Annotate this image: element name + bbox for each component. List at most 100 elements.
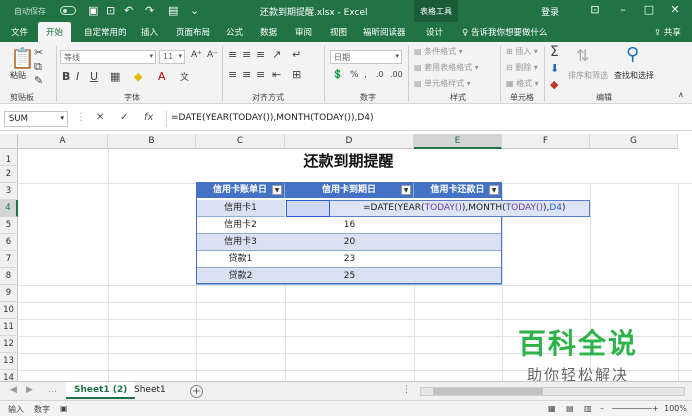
tab-file[interactable]: 文件 (11, 26, 28, 38)
sheet-tab-sheet1-2[interactable]: Sheet1 (2) (66, 382, 136, 399)
sort-filter-icon[interactable]: ⇅ (576, 46, 589, 65)
wrap-text-icon[interactable]: ↵ (292, 48, 301, 61)
insert-function-icon[interactable]: fx (144, 112, 153, 123)
table-cell-due[interactable]: 23 (285, 251, 414, 268)
sheet-tab-sheet1[interactable]: Sheet1 (126, 382, 174, 399)
row-header-7[interactable]: 7 (0, 251, 18, 268)
table-cell-due[interactable]: 20 (285, 234, 414, 251)
autosave-toggle[interactable] (60, 6, 76, 15)
bold-icon[interactable]: B (62, 70, 70, 83)
zoom-level[interactable]: 100% (664, 404, 687, 413)
insert-cells-button[interactable]: ⊞ 插入 ▾ (506, 46, 538, 57)
decrease-decimal-icon[interactable]: .00 (390, 70, 403, 79)
row-header-14[interactable]: 14 (0, 370, 18, 381)
increase-decimal-icon[interactable]: .0 (376, 70, 384, 79)
tab-review[interactable]: 审阅 (295, 26, 312, 38)
paste-icon[interactable]: 📋 (10, 46, 35, 70)
ribbon-display-icon[interactable]: ⊡ (584, 3, 606, 16)
format-painter-icon[interactable]: ✎ (34, 74, 43, 87)
orientation-icon[interactable]: ↗ (272, 48, 281, 61)
copy-icon[interactable]: ⧉ (34, 60, 42, 74)
font-size-select[interactable]: 11 ▾ (159, 50, 185, 64)
row-header-5[interactable]: 5 (0, 217, 18, 234)
redo-icon[interactable]: ↷ (145, 4, 154, 17)
phonetic-icon[interactable]: 文 (180, 70, 189, 83)
login-link[interactable]: 登录 (541, 5, 559, 18)
align-left-icon[interactable]: ≡ (228, 68, 237, 81)
tab-home[interactable]: 开始 (38, 22, 72, 42)
undo-icon[interactable]: ↶ (124, 4, 133, 17)
row-header-13[interactable]: 13 (0, 353, 18, 370)
table-cell-repayment[interactable] (414, 268, 502, 285)
format-cells-button[interactable]: ▦ 格式 ▾ (506, 78, 539, 89)
tell-me-search[interactable]: ♀ 告诉我你想要做什么 (462, 26, 547, 38)
delete-cells-button[interactable]: ⊟ 删除 ▾ (506, 62, 538, 73)
add-sheet-icon[interactable]: + (190, 385, 203, 398)
table-cell-name[interactable]: 贷款1 (196, 251, 285, 268)
filter-dropdown-icon[interactable]: ▼ (489, 185, 499, 195)
row-header-1[interactable]: 1 (0, 149, 18, 166)
shrink-font-icon[interactable]: A⁻ (207, 50, 218, 60)
enter-icon[interactable]: ✓ (120, 112, 128, 123)
cell-edit-box[interactable]: =DATE(YEAR(TODAY()),MONTH(TODAY()),D4) (286, 200, 590, 217)
table-cell-name[interactable]: 信用卡1 (196, 200, 285, 217)
tab-view[interactable]: 视图 (330, 26, 347, 38)
grow-font-icon[interactable]: A⁺ (191, 50, 202, 60)
merge-center-icon[interactable]: ⊞ (292, 68, 301, 81)
table-header-repayment-date[interactable]: 信用卡还款日 ▼ (414, 182, 502, 198)
table-format-button[interactable]: ▤ 套用表格格式 ▾ (414, 62, 479, 73)
accounting-format-icon[interactable]: 💲 (332, 70, 343, 80)
fill-icon[interactable]: ⬇ (550, 62, 559, 75)
row-header-11[interactable]: 11 (0, 319, 18, 336)
align-right-icon[interactable]: ≡ (256, 68, 265, 81)
close-icon[interactable]: ✕ (664, 3, 686, 16)
row-header-3[interactable]: 3 (0, 183, 18, 200)
comma-style-icon[interactable]: , (364, 70, 367, 80)
underline-icon[interactable]: U (90, 70, 98, 83)
more-sheets-icon[interactable]: … (48, 385, 57, 395)
minimize-icon[interactable]: – (612, 3, 634, 16)
touch-mode-icon[interactable]: ⊡ (106, 4, 115, 17)
column-header-d[interactable]: D (285, 134, 414, 149)
cancel-icon[interactable]: ✕ (96, 112, 104, 123)
align-top-icon[interactable]: ≡ (228, 48, 237, 61)
row-header-6[interactable]: 6 (0, 234, 18, 251)
formula-input[interactable]: =DATE(YEAR(TODAY()),MONTH(TODAY()),D4) (166, 111, 688, 127)
filter-dropdown-icon[interactable]: ▼ (272, 185, 282, 195)
table-cell-name[interactable]: 信用卡3 (196, 234, 285, 251)
tab-custom[interactable]: 自定常用的 (84, 26, 127, 38)
table-cell-name[interactable]: 贷款2 (196, 268, 285, 285)
table-cell-repayment[interactable] (414, 234, 502, 251)
clear-icon[interactable]: ◆ (550, 78, 558, 91)
column-header-c[interactable]: C (196, 134, 285, 149)
page-break-view-icon[interactable]: ▥ (584, 404, 592, 413)
zoom-in-icon[interactable]: + (652, 404, 659, 413)
row-header-10[interactable]: 10 (0, 302, 18, 319)
tab-insert[interactable]: 插入 (141, 26, 158, 38)
tab-foxit-reader[interactable]: 福昕阅读器 (363, 26, 406, 38)
select-all-corner[interactable] (0, 134, 18, 149)
sort-filter-label[interactable]: 排序和筛选 (568, 70, 608, 81)
table-header-due-date[interactable]: 信用卡到期日 ▼ (285, 182, 414, 198)
table-cell-repayment[interactable] (414, 217, 502, 234)
row-header-2[interactable]: 2 (0, 166, 18, 183)
column-header-f[interactable]: F (502, 134, 590, 149)
tab-data[interactable]: 数据 (260, 26, 277, 38)
tab-formulas[interactable]: 公式 (226, 26, 243, 38)
paste-label[interactable]: 粘贴 (10, 70, 26, 81)
table-cell-due[interactable]: 16 (285, 217, 414, 234)
next-sheet-icon[interactable]: ▶ (26, 385, 33, 395)
font-color-icon[interactable]: A (158, 70, 166, 83)
page-layout-view-icon[interactable]: ▤ (566, 404, 574, 413)
macro-record-icon[interactable]: ▣ (60, 404, 68, 413)
percent-icon[interactable]: % (350, 70, 359, 80)
collapse-ribbon-icon[interactable]: ∧ (678, 90, 684, 99)
number-format-select[interactable]: 日期 ▾ (330, 50, 402, 64)
font-name-select[interactable]: 等线 ▾ (60, 50, 156, 64)
column-header-a[interactable]: A (18, 134, 108, 149)
align-center-icon[interactable]: ≡ (242, 68, 251, 81)
cut-icon[interactable]: ✂ (34, 46, 43, 59)
more-commands-icon[interactable]: ⌄ (190, 4, 199, 17)
sheet-title[interactable]: 还款到期提醒 (196, 150, 501, 171)
find-select-icon[interactable]: ⚲ (626, 44, 639, 65)
